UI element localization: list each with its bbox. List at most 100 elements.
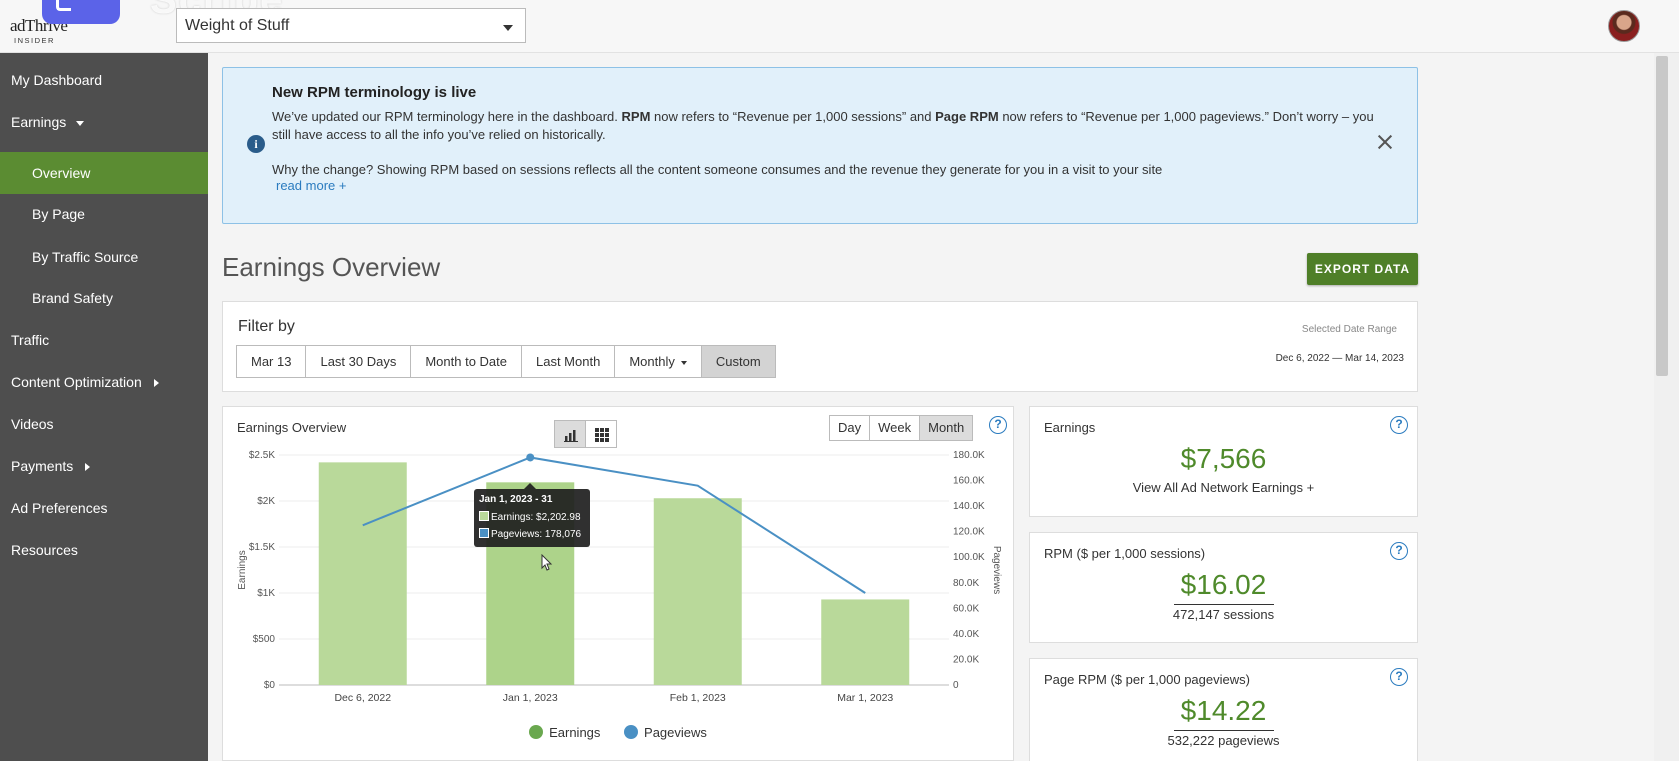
- sidebar-item-earnings[interactable]: Earnings: [0, 101, 208, 143]
- tooltip-pageviews-row: Pageviews: 178,076: [479, 528, 585, 540]
- legend-pageviews-label: Pageviews: [644, 725, 707, 740]
- page-rpm-stat-label: Page RPM ($ per 1,000 pageviews): [1044, 672, 1250, 687]
- sidebar-item-label: Content Optimization: [11, 374, 142, 390]
- x-tick-label: Dec 6, 2022: [334, 692, 391, 704]
- rpm-stat-label: RPM ($ per 1,000 sessions): [1044, 546, 1206, 561]
- tooltip-earnings: Earnings: $2,202.98: [491, 512, 581, 523]
- close-icon[interactable]: [1377, 134, 1393, 150]
- sidebar-item-label: Brand Safety: [32, 290, 113, 306]
- y2-tick-label: 60.0K: [953, 603, 979, 614]
- earnings-stat-label: Earnings: [1044, 420, 1096, 435]
- sidebar-item-by-page[interactable]: By Page: [0, 193, 208, 235]
- mouse-cursor-icon: [541, 554, 553, 571]
- sidebar-item-label: By Page: [32, 206, 85, 222]
- earnings-bar: [318, 462, 407, 685]
- filter-custom-button[interactable]: Custom: [700, 345, 776, 378]
- sidebar-item-my-dashboard[interactable]: My Dashboard: [0, 59, 208, 101]
- tooltip-pageviews: Pageviews: 178,076: [491, 529, 582, 540]
- filter-monthly-label: Monthly: [629, 354, 675, 369]
- scribe-app-icon: [42, 0, 120, 24]
- sidebar-item-label: Overview: [32, 165, 91, 181]
- y2-tick-label: 40.0K: [953, 629, 979, 640]
- y2-tick-label: 20.0K: [953, 654, 979, 665]
- sidebar-item-label: By Traffic Source: [32, 249, 139, 265]
- sidebar-item-label: My Dashboard: [11, 72, 103, 88]
- help-icon[interactable]: ?: [1390, 416, 1408, 434]
- rpm-stat-value: $16.02: [1180, 569, 1267, 600]
- y-tick-label: $500: [253, 634, 276, 645]
- page-rpm-pageviews: 532,222 pageviews: [1167, 733, 1280, 748]
- filter-card: Filter by Mar 13 Last 30 Days Month to D…: [222, 301, 1418, 392]
- date-range-label: Selected Date Range: [1301, 324, 1397, 335]
- sidebar-item-videos[interactable]: Videos: [0, 403, 208, 445]
- filter-mar13-button[interactable]: Mar 13: [236, 345, 307, 378]
- notice-why-text: Why the change? Showing RPM based on ses…: [272, 162, 1163, 177]
- sidebar-item-resources[interactable]: Resources: [0, 529, 208, 571]
- page-rpm-stat-value: $14.22: [1180, 695, 1267, 726]
- sidebar-item-traffic[interactable]: Traffic: [0, 319, 208, 361]
- earnings-chart-card: Earnings Overview Day Week Month ? $0 $50…: [222, 406, 1014, 761]
- earnings-bar: [821, 599, 910, 685]
- page-title: Earnings Overview: [222, 252, 441, 282]
- legend-earnings-dot: [529, 725, 544, 739]
- rpm-stat-card: RPM ($ per 1,000 sessions) ? $16.02 472,…: [1029, 532, 1418, 643]
- read-more-link[interactable]: read more +: [276, 178, 346, 193]
- site-select-value: Weight of Stuff: [185, 17, 290, 34]
- x-tick-label: Jan 1, 2023: [503, 692, 558, 704]
- earnings-stat-value: $7,566: [1180, 443, 1267, 474]
- scrollbar-thumb[interactable]: [1656, 56, 1668, 376]
- y2-tick-label: 0: [953, 680, 959, 691]
- notice-text: now refers to “Revenue per 1,000 session…: [650, 109, 936, 124]
- export-data-button[interactable]: EXPORT DATA: [1307, 253, 1418, 285]
- x-tick-label: Mar 1, 2023: [837, 692, 893, 704]
- pageviews-point: [526, 453, 535, 462]
- sidebar-item-label: Traffic: [11, 332, 50, 348]
- sidebar-item-label: Payments: [11, 458, 74, 474]
- legend-pageviews[interactable]: Pageviews: [624, 725, 707, 740]
- earnings-chart: $0 $500 $1K $1.5K $2K $2.5K 0 20.0K 40.0K 60.0K 80…: [237, 450, 1002, 704]
- sidebar-item-payments[interactable]: Payments: [0, 445, 208, 487]
- y-tick-label: $1.5K: [249, 542, 275, 553]
- filter-monthly-dropdown[interactable]: Monthly: [614, 345, 702, 378]
- legend-earnings[interactable]: Earnings: [529, 725, 600, 740]
- filter-month-to-date-button[interactable]: Month to Date: [410, 345, 522, 378]
- filter-last-30-days-button[interactable]: Last 30 Days: [305, 345, 412, 378]
- filter-last-month-button[interactable]: Last Month: [521, 345, 616, 378]
- y2-tick-label: 180.0K: [953, 450, 985, 461]
- sidebar-item-label: Earnings: [11, 114, 67, 130]
- tooltip-earnings-row: Earnings: $2,202.98: [479, 511, 585, 523]
- top-bar: adThrive INSIDER Scribe Weight of Stuff: [0, 0, 1679, 53]
- rpm-divider: [1174, 604, 1274, 605]
- earnings-stat-card: Earnings ? $7,566 View All Ad Network Ea…: [1029, 406, 1418, 517]
- y-tick-label: $1K: [257, 588, 275, 599]
- site-select[interactable]: Weight of Stuff: [176, 8, 526, 43]
- caret-right-icon: [85, 463, 91, 472]
- pageviews-swatch: [479, 528, 489, 538]
- rpm-notice-banner: i New RPM terminology is live We’ve upda…: [222, 67, 1418, 224]
- sidebar-item-by-traffic-source[interactable]: By Traffic Source: [0, 236, 208, 278]
- sidebar-item-ad-preferences[interactable]: Ad Preferences: [0, 487, 208, 529]
- help-icon[interactable]: ?: [1390, 542, 1408, 560]
- y2-tick-label: 140.0K: [953, 501, 985, 512]
- chart-tooltip: Jan 1, 2023 - 31 Earnings: $2,202.98 Pag…: [474, 483, 590, 547]
- caret-right-icon: [153, 379, 159, 388]
- y2-tick-label: 80.0K: [953, 578, 979, 589]
- notice-body: We’ve updated our RPM terminology here i…: [272, 108, 1392, 144]
- chevron-down-icon: [503, 25, 513, 31]
- notice-text: We’ve updated our RPM terminology here i…: [272, 109, 622, 124]
- caret-down-icon: [76, 120, 85, 126]
- chart-legend: Earnings Pageviews: [223, 725, 1013, 740]
- y2-tick-label: 120.0K: [953, 527, 985, 538]
- page-rpm-divider: [1174, 730, 1274, 731]
- sidebar-item-brand-safety[interactable]: Brand Safety: [0, 277, 208, 319]
- pageviews-line: [362, 456, 866, 594]
- y-tick-label: $2.5K: [249, 450, 275, 461]
- date-range-value: Dec 6, 2022 — Mar 14, 2023: [1275, 353, 1404, 364]
- user-avatar[interactable]: [1608, 10, 1640, 42]
- earnings-swatch: [479, 511, 489, 521]
- sidebar-item-overview[interactable]: Overview: [0, 152, 208, 194]
- view-all-ad-network-earnings-link[interactable]: View All Ad Network Earnings +: [1030, 480, 1417, 495]
- sidebar-item-content-optimization[interactable]: Content Optimization: [0, 361, 208, 403]
- earnings-bar: [653, 498, 742, 685]
- help-icon[interactable]: ?: [1390, 668, 1408, 686]
